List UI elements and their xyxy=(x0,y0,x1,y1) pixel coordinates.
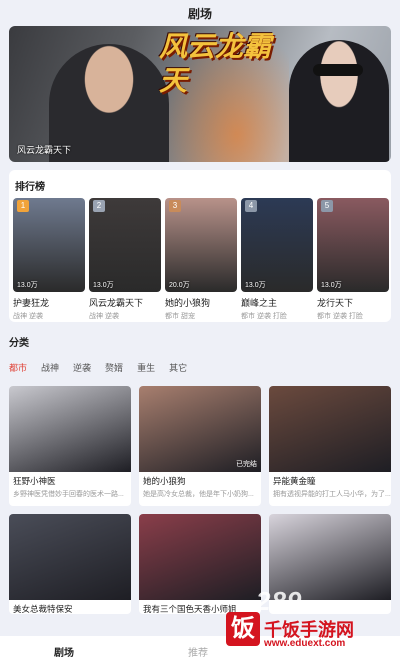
ranking-item-tags: 都市 逆袭 打脸 xyxy=(241,313,287,320)
hero-title-art: 风云龙霸天 xyxy=(159,30,272,97)
drama-title: 美女总裁特保安 xyxy=(13,604,73,614)
ranking-item[interactable]: 1 13.0万护妻狂龙战神 逆袭 xyxy=(13,198,85,321)
drama-title: 她的小狼狗 xyxy=(143,476,186,486)
ranking-item-tags: 战神 逆袭 xyxy=(13,313,43,320)
hero-banner[interactable]: 风云龙霸天 风云龙霸天下 xyxy=(9,26,391,162)
drama-grid: 狂野小神医 乡野神医凭借妙手回春的医术一路... 已完结 她的小狼狗 她是高冷女总裁，他… xyxy=(9,386,391,614)
tab-recommend[interactable]: 推荐 xyxy=(188,644,208,659)
play-count: 13.0万 xyxy=(17,282,38,289)
ranking-list: 1 13.0万 护妻狂龙 战神 逆袭 2 13.0万 风云龙霸天下 战神 逆袭 3 20.0万 她的… xyxy=(13,198,389,321)
play-count: 13.0万 xyxy=(245,282,266,289)
page-title: 剧场 xyxy=(187,6,212,21)
rank-badge: 4 xyxy=(245,200,257,212)
ranking-item-name: 护妻狂龙 xyxy=(13,298,50,308)
ranking-item[interactable]: 4 13.0万巅峰之主都市 逆袭 打脸 xyxy=(241,198,313,321)
play-count: 20.0万 xyxy=(169,282,190,289)
category-title: 分类 xyxy=(9,338,29,349)
category-tab[interactable]: 逆袭 xyxy=(73,361,91,374)
ranking-item-tags: 都市 逆袭 打脸 xyxy=(317,313,363,320)
ranking-item-name: 巅峰之主 xyxy=(241,298,278,308)
sunglasses-decoration xyxy=(313,64,363,76)
ranking-poster: 1 13.0万 xyxy=(13,198,85,292)
drama-card[interactable]: 美女总裁特保安 xyxy=(9,514,131,614)
drama-title: 异能黄金瞳 xyxy=(273,476,316,486)
category-tab[interactable]: 赘婿 xyxy=(105,361,123,374)
episode-label: 已完结 xyxy=(236,461,257,468)
rank-badge: 2 xyxy=(93,200,105,212)
category-tab[interactable]: 其它 xyxy=(169,361,187,374)
drama-cover xyxy=(9,514,131,600)
category-tab[interactable]: 战神 xyxy=(41,361,59,374)
ranking-section: 排行榜 1 13.0万 护妻狂龙 战神 逆袭 2 13.0万 风云龙霸天下 战神 逆袭 3 20.… xyxy=(9,170,391,322)
ranking-item-tags: 战神 逆袭 xyxy=(89,313,119,320)
ranking-poster: 2 13.0万 xyxy=(89,198,161,292)
ranking-item[interactable]: 5 13.0万龙行天下都市 逆袭 打脸 xyxy=(317,198,389,321)
category-section: 分类 都市 战神 逆袭 赘婿 重生 其它 xyxy=(9,334,391,374)
ranking-item[interactable]: 2 13.0万风云龙霸天下 战神 逆袭 xyxy=(89,198,161,321)
drama-desc: 拥有透视异能的打工人马小华，为了... xyxy=(273,491,391,498)
hero-caption: 风云龙霸天下 xyxy=(17,145,72,155)
ranking-title: 排行榜 xyxy=(15,182,45,193)
drama-card[interactable]: 狂野小神医乡野神医凭借妙手回春的医术一路... xyxy=(9,386,131,506)
drama-desc: 她是高冷女总裁，他是年下小奶狗... xyxy=(143,491,254,498)
watermark-url: www.eduext.com xyxy=(264,638,346,649)
drama-cover xyxy=(269,386,391,472)
tab-theater[interactable]: 剧场 xyxy=(54,644,74,659)
drama-desc: 乡野神医凭借妙手回春的医术一路... xyxy=(13,491,124,498)
drama-title: 狂野小神医 xyxy=(13,476,56,486)
drama-cover xyxy=(9,386,131,472)
rank-badge: 3 xyxy=(169,200,181,212)
category-tab[interactable]: 都市 xyxy=(9,361,27,374)
category-tab[interactable]: 重生 xyxy=(137,361,155,374)
hero-actress-image xyxy=(289,40,389,162)
ranking-poster: 5 13.0万 xyxy=(317,198,389,292)
ranking-poster: 4 13.0万 xyxy=(241,198,313,292)
ranking-item-name: 她的小狼狗 xyxy=(165,298,211,308)
watermark-number: 289 xyxy=(256,586,303,616)
play-count: 13.0万 xyxy=(93,282,114,289)
drama-card[interactable]: 已完结她的小狼狗她是高冷女总裁，他是年下小奶狗... xyxy=(139,386,261,506)
ranking-poster: 3 20.0万 xyxy=(165,198,237,292)
play-count: 13.0万 xyxy=(321,282,342,289)
ranking-item-name: 龙行天下 xyxy=(317,298,354,308)
category-tabs: 都市 战神 逆袭 赘婿 重生 其它 xyxy=(9,361,391,374)
drama-cover: 已完结 xyxy=(139,386,261,472)
ranking-item[interactable]: 3 20.0万她的小狼狗都市 甜宠 xyxy=(165,198,237,321)
ranking-item-tags: 都市 甜宠 xyxy=(165,313,195,320)
ranking-item-name: 风云龙霸天下 xyxy=(89,298,144,308)
top-bar: 剧场 xyxy=(0,0,400,26)
watermark: 289 饭 千饭手游网 www.eduext.com xyxy=(222,586,394,664)
watermark-logo: 饭 xyxy=(226,612,260,646)
rank-badge: 5 xyxy=(321,200,333,212)
rank-badge: 1 xyxy=(17,200,29,212)
drama-card[interactable]: 异能黄金瞳拥有透视异能的打工人马小华，为了... xyxy=(269,386,391,506)
